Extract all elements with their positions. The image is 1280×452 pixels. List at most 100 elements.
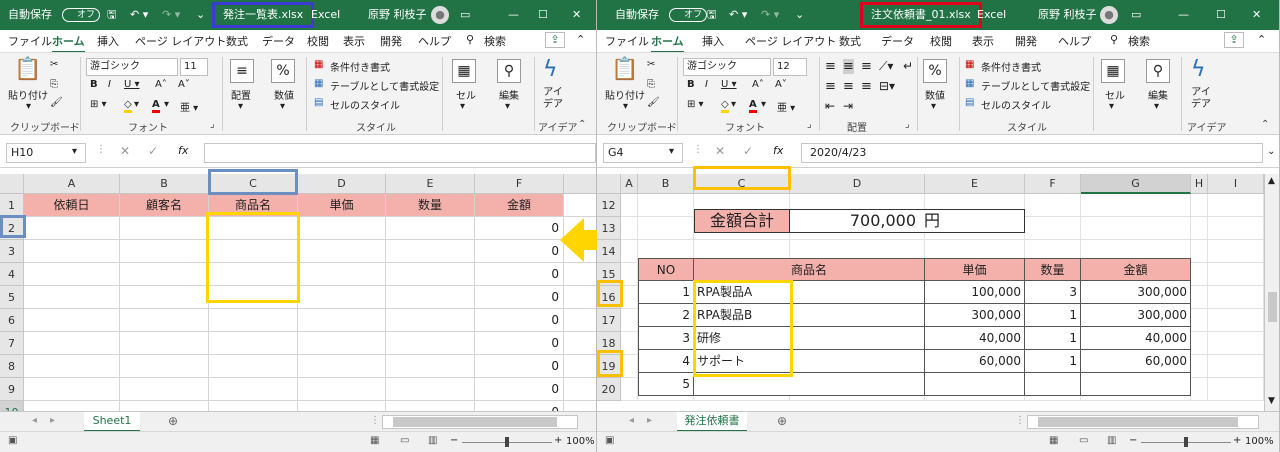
cells-icon[interactable]: ▦ [452, 59, 476, 83]
merge-center-icon[interactable]: ⊟▾ [879, 79, 895, 93]
ideas-button[interactable]: アイデア [1189, 87, 1213, 111]
header-cell[interactable]: 数量 [386, 194, 475, 217]
font-size-box[interactable]: 11 [180, 58, 208, 76]
column-header-e[interactable]: E [925, 174, 1025, 194]
macro-record-icon[interactable]: ▣ [605, 435, 614, 446]
column-header-d[interactable]: D [790, 174, 925, 194]
insert-function-icon[interactable]: fx [178, 144, 188, 157]
font-color-dropdown-icon[interactable]: ▾ [164, 99, 169, 110]
number-button[interactable]: 数値 [925, 87, 945, 102]
undo-icon[interactable]: ↶ ▾ [130, 0, 148, 30]
grid-cell[interactable] [24, 240, 120, 263]
column-header-a[interactable]: A [621, 174, 638, 194]
column-header-d[interactable]: D [298, 174, 386, 194]
grid-cell[interactable] [564, 309, 596, 332]
tab-search[interactable]: 検索 [484, 33, 506, 49]
column-header-c[interactable]: C [694, 174, 790, 194]
paste-icon[interactable]: 📋 [611, 57, 638, 82]
amount-cell[interactable]: 0 [475, 355, 564, 378]
grid-cell[interactable] [386, 286, 475, 309]
collapse-ribbon-icon[interactable]: ⌃ [1261, 119, 1269, 130]
column-header-e[interactable]: E [386, 174, 475, 194]
table-cell-name[interactable]: RPA製品A [694, 281, 925, 304]
undo-icon[interactable]: ↶ ▾ [729, 0, 747, 30]
shrink-font-icon[interactable]: A˅ [178, 79, 190, 90]
decrease-indent-icon[interactable]: ⇤ [825, 99, 835, 113]
minimize-icon[interactable]: — [508, 0, 519, 30]
maximize-icon[interactable]: ☐ [1216, 0, 1226, 30]
tab-splitter-icon[interactable]: ⋮ [1015, 415, 1025, 426]
grid-cell[interactable] [120, 263, 209, 286]
font-color-icon[interactable]: A [749, 99, 757, 113]
row-header[interactable]: 16 [597, 286, 621, 309]
grid-cell[interactable] [1208, 286, 1264, 309]
row-header[interactable]: 7 [0, 332, 24, 355]
grid-cell[interactable] [386, 355, 475, 378]
edit-button[interactable]: 編集 [1148, 87, 1168, 102]
grid-cell[interactable] [1191, 286, 1208, 309]
column-header-i[interactable]: I [1208, 174, 1264, 194]
select-all[interactable] [597, 174, 621, 194]
collapse-ribbon-icon[interactable]: ⌃ [1257, 33, 1266, 46]
table-cell-no[interactable]: 3 [638, 327, 694, 350]
enter-icon[interactable]: ✓ [148, 144, 158, 158]
tab-view[interactable]: 表示 [972, 33, 994, 49]
amount-cell[interactable]: 0 [475, 217, 564, 240]
header-cell[interactable]: 依頼日 [24, 194, 120, 217]
zoom-in-icon[interactable]: + [1233, 435, 1241, 446]
tab-formulas[interactable]: 数式 [839, 33, 861, 49]
column-header-c[interactable]: C [209, 174, 298, 194]
next-sheet-icon[interactable]: ▸ [647, 415, 652, 426]
row-header[interactable]: 12 [597, 194, 621, 217]
table-cell-qty[interactable] [1025, 373, 1081, 396]
grid-cell[interactable] [120, 309, 209, 332]
align-right-icon[interactable]: ≡ [861, 79, 872, 94]
paste-button[interactable]: 貼り付け [605, 87, 645, 102]
table-cell-price[interactable]: 100,000 [925, 281, 1025, 304]
cancel-icon[interactable]: ✕ [715, 144, 725, 158]
row-header[interactable]: 1 [0, 194, 24, 217]
table-cell-qty[interactable]: 1 [1025, 304, 1081, 327]
search-icon[interactable]: ⚲ [1110, 33, 1118, 46]
grid-cell[interactable] [621, 194, 638, 217]
tab-review[interactable]: 校閲 [930, 33, 952, 49]
fill-dropdown-icon[interactable]: ▾ [731, 99, 736, 110]
conditional-format-icon[interactable]: ▦ [965, 59, 974, 70]
tab-view[interactable]: 表示 [343, 33, 365, 49]
page-break-view-icon[interactable]: ▥ [1107, 435, 1116, 446]
font-color-icon[interactable]: A [152, 99, 160, 113]
horizontal-scrollbar[interactable] [382, 415, 578, 429]
autosave-toggle[interactable]: オフ [62, 8, 101, 22]
row-header[interactable]: 13 [597, 217, 621, 240]
table-cell-amount[interactable]: 60,000 [1081, 350, 1191, 373]
select-all[interactable] [0, 174, 24, 194]
fill-color-icon[interactable]: ◇ [124, 99, 132, 113]
grid-cell[interactable] [1208, 240, 1264, 263]
number-dropdown-icon[interactable]: ▾ [280, 101, 285, 112]
table-header-cell[interactable]: 単価 [925, 258, 1025, 281]
grid-cell[interactable] [24, 217, 120, 240]
grid-cell[interactable] [564, 286, 596, 309]
tab-search[interactable]: 検索 [1128, 33, 1150, 49]
number-dropdown-icon[interactable]: ▾ [931, 101, 936, 112]
namebox-dropdown-icon[interactable]: ▾ [669, 146, 674, 157]
table-header-cell[interactable]: NO [638, 258, 694, 281]
zoom-slider-thumb[interactable] [1184, 437, 1188, 447]
search-icon[interactable]: ⚲ [466, 33, 474, 46]
tab-help[interactable]: ヘルプ [418, 33, 451, 49]
grid-cell[interactable] [564, 332, 596, 355]
border-icon[interactable]: ⊞ ▾ [90, 99, 107, 110]
grid-cell[interactable] [120, 332, 209, 355]
bold-icon[interactable]: B [90, 79, 98, 90]
ideas-button[interactable]: アイデア [541, 87, 565, 111]
cells-button[interactable]: セル [1105, 87, 1125, 102]
zoom-in-icon[interactable]: + [554, 435, 562, 446]
amount-cell[interactable]: 0 [475, 332, 564, 355]
grid-cell[interactable] [621, 217, 638, 240]
grid-cell[interactable] [209, 263, 298, 286]
grid-cell[interactable] [24, 355, 120, 378]
insert-function-icon[interactable]: fx [773, 144, 783, 157]
header-cell[interactable]: 商品名 [209, 194, 298, 217]
grid-cell[interactable] [1191, 378, 1208, 401]
tab-file[interactable]: ファイル [605, 33, 649, 49]
